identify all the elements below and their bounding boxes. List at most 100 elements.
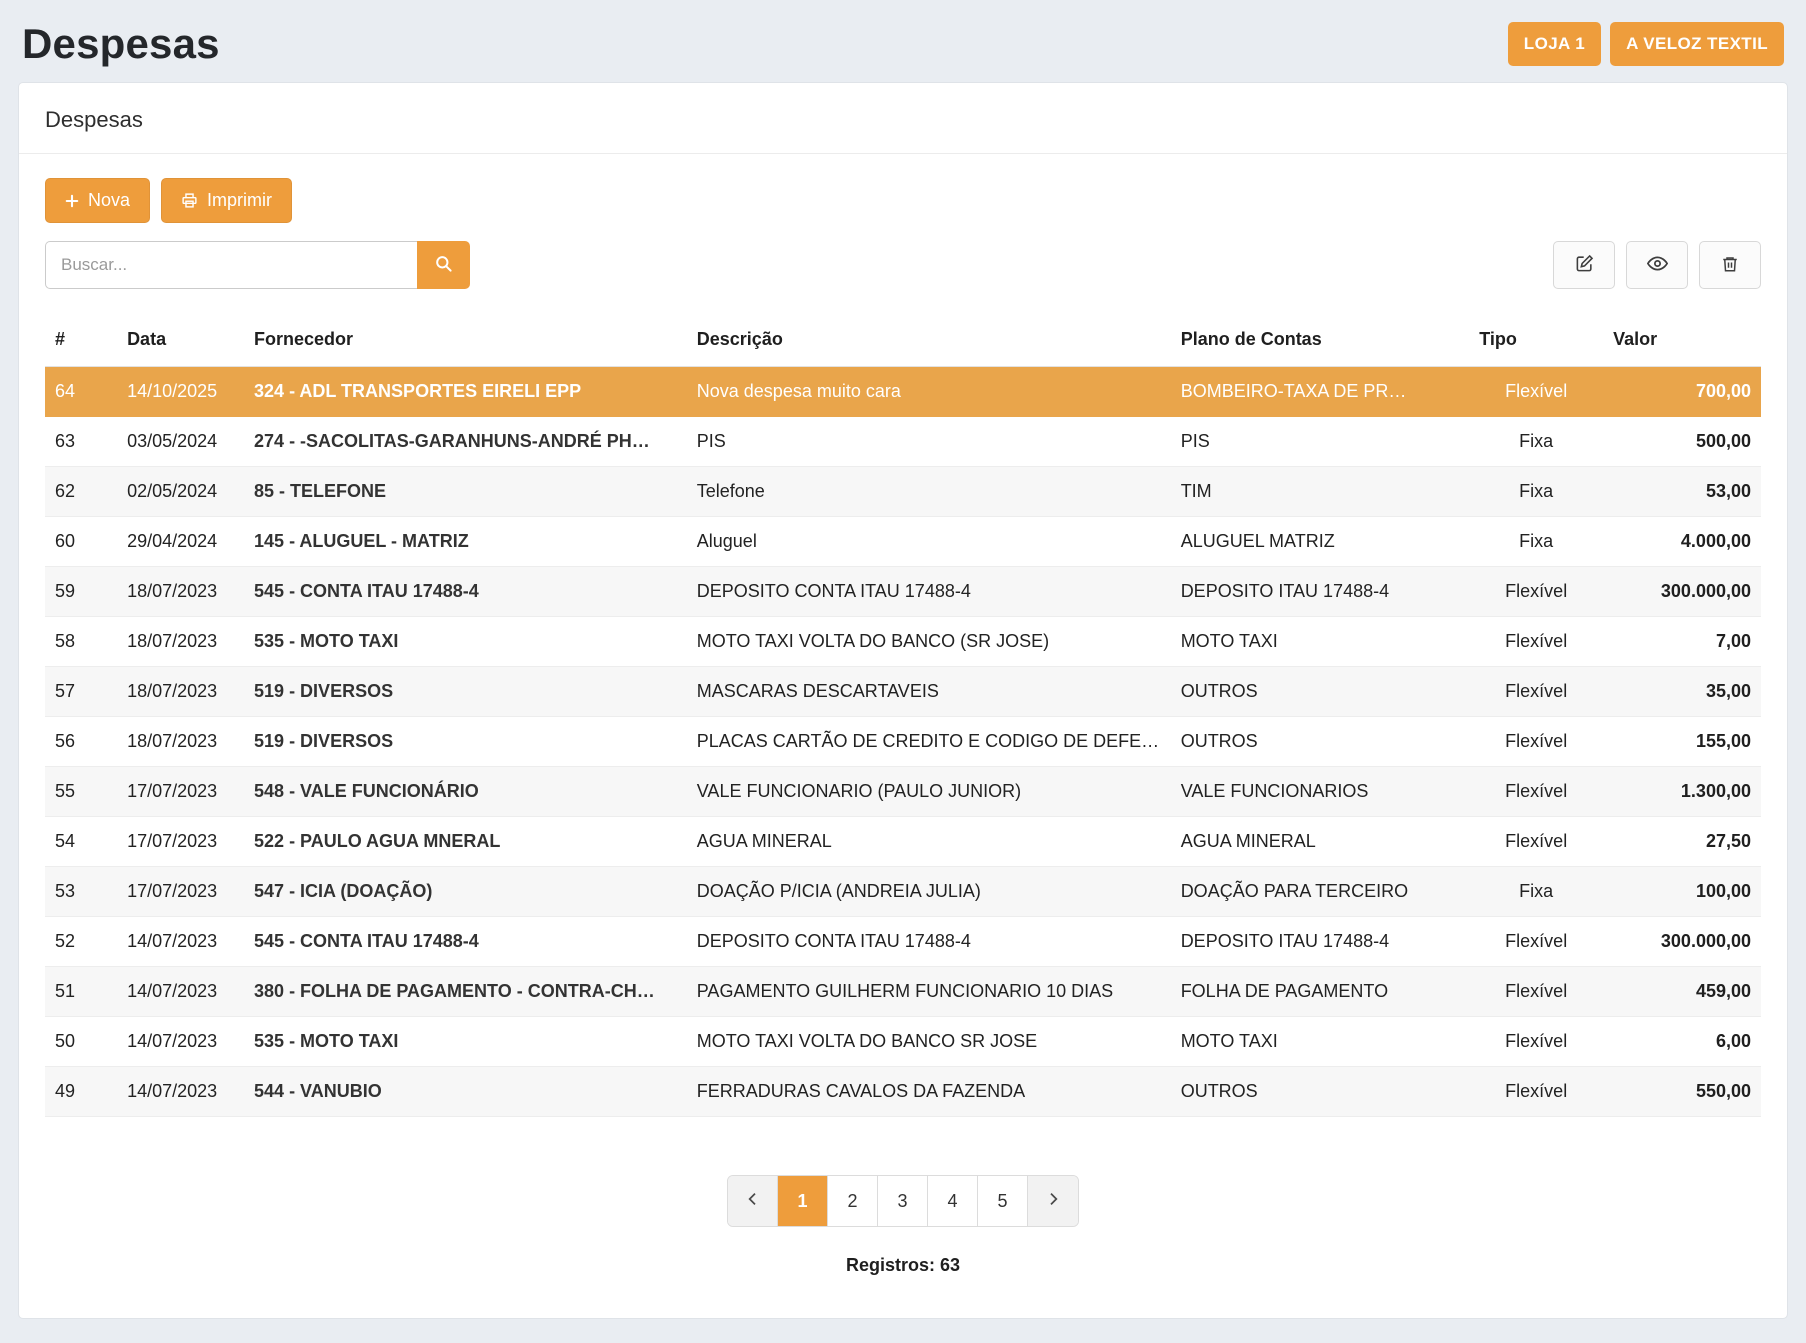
pagination-prev-button[interactable] — [728, 1176, 778, 1226]
cell-valor: 1.300,00 — [1603, 767, 1761, 817]
cell-tipo: Flexível — [1469, 567, 1603, 617]
company-badge[interactable]: A VELOZ TEXTIL — [1610, 22, 1784, 66]
cell-descricao: MOTO TAXI VOLTA DO BANCO SR JOSE — [687, 1017, 1171, 1067]
column-header-fornecedor: Fornecedor — [244, 317, 687, 367]
cell-fornecedor: 535 - MOTO TAXI — [244, 1017, 687, 1067]
table-row[interactable]: 5618/07/2023519 - DIVERSOSPLACAS CARTÃO … — [45, 717, 1761, 767]
pagination-next-button[interactable] — [1028, 1176, 1078, 1226]
table-row[interactable]: 6029/04/2024145 - ALUGUEL - MATRIZAlugue… — [45, 517, 1761, 567]
plus-icon — [65, 194, 79, 208]
cell-plano-de-contas: DOAÇÃO PARA TERCEIRO — [1171, 867, 1470, 917]
cell-id: 63 — [45, 417, 117, 467]
cell-id: 53 — [45, 867, 117, 917]
table-row[interactable]: 5818/07/2023535 - MOTO TAXIMOTO TAXI VOL… — [45, 617, 1761, 667]
cell-descricao: DEPOSITO CONTA ITAU 17488-4 — [687, 917, 1171, 967]
cell-descricao: PIS — [687, 417, 1171, 467]
cell-plano-de-contas: BOMBEIRO-TAXA DE PR… — [1171, 367, 1470, 417]
cell-fornecedor: 545 - CONTA ITAU 17488-4 — [244, 917, 687, 967]
trash-icon — [1721, 255, 1739, 276]
table-row[interactable]: 5517/07/2023548 - VALE FUNCIONÁRIOVALE F… — [45, 767, 1761, 817]
cell-descricao: PAGAMENTO GUILHERM FUNCIONARIO 10 DIAS — [687, 967, 1171, 1017]
delete-button[interactable] — [1699, 241, 1761, 289]
cell-plano-de-contas: MOTO TAXI — [1171, 617, 1470, 667]
table-row[interactable]: 5014/07/2023535 - MOTO TAXIMOTO TAXI VOL… — [45, 1017, 1761, 1067]
cell-plano-de-contas: DEPOSITO ITAU 17488-4 — [1171, 917, 1470, 967]
card-title: Despesas — [45, 107, 1761, 133]
table-row[interactable]: 4914/07/2023544 - VANUBIOFERRADURAS CAVA… — [45, 1067, 1761, 1117]
table-header-row: # Data Fornecedor Descrição Plano de Con… — [45, 317, 1761, 367]
table-row[interactable]: 5317/07/2023547 - ICIA (DOAÇÃO)DOAÇÃO P/… — [45, 867, 1761, 917]
cell-plano-de-contas: OUTROS — [1171, 1067, 1470, 1117]
cell-id: 64 — [45, 367, 117, 417]
card-body: Nova Imprimir — [19, 154, 1787, 1318]
cell-valor: 6,00 — [1603, 1017, 1761, 1067]
table-row[interactable]: 6414/10/2025324 - ADL TRANSPORTES EIRELI… — [45, 367, 1761, 417]
cell-data: 14/07/2023 — [117, 967, 244, 1017]
pagination-page-4[interactable]: 4 — [928, 1176, 978, 1226]
table-row[interactable]: 5417/07/2023522 - PAULO AGUA MNERALAGUA … — [45, 817, 1761, 867]
cell-valor: 53,00 — [1603, 467, 1761, 517]
search-group — [45, 241, 470, 289]
cell-data: 17/07/2023 — [117, 767, 244, 817]
cell-plano-de-contas: FOLHA DE PAGAMENTO — [1171, 967, 1470, 1017]
cell-plano-de-contas: ALUGUEL MATRIZ — [1171, 517, 1470, 567]
cell-data: 02/05/2024 — [117, 467, 244, 517]
cell-descricao: MOTO TAXI VOLTA DO BANCO (SR JOSE) — [687, 617, 1171, 667]
cell-tipo: Fixa — [1469, 467, 1603, 517]
cell-fornecedor: 522 - PAULO AGUA MNERAL — [244, 817, 687, 867]
cell-plano-de-contas: OUTROS — [1171, 667, 1470, 717]
cell-id: 52 — [45, 917, 117, 967]
cell-tipo: Flexível — [1469, 817, 1603, 867]
cell-descricao: AGUA MINERAL — [687, 817, 1171, 867]
print-button[interactable]: Imprimir — [161, 178, 292, 223]
card-header: Despesas — [19, 83, 1787, 154]
table-row[interactable]: 5718/07/2023519 - DIVERSOSMASCARAS DESCA… — [45, 667, 1761, 717]
pagination-page-2[interactable]: 2 — [828, 1176, 878, 1226]
table-row[interactable]: 5114/07/2023380 - FOLHA DE PAGAMENTO - C… — [45, 967, 1761, 1017]
pagination-page-3[interactable]: 3 — [878, 1176, 928, 1226]
cell-fornecedor: 380 - FOLHA DE PAGAMENTO - CONTRA-CH… — [244, 967, 687, 1017]
cell-tipo: Flexível — [1469, 1067, 1603, 1117]
cell-data: 18/07/2023 — [117, 717, 244, 767]
cell-descricao: PLACAS CARTÃO DE CREDITO E CODIGO DE DEF… — [687, 717, 1171, 767]
cell-plano-de-contas: AGUA MINERAL — [1171, 817, 1470, 867]
cell-data: 03/05/2024 — [117, 417, 244, 467]
cell-data: 18/07/2023 — [117, 667, 244, 717]
search-icon — [434, 254, 453, 276]
cell-descricao: DOAÇÃO P/ICIA (ANDREIA JULIA) — [687, 867, 1171, 917]
cell-descricao: VALE FUNCIONARIO (PAULO JUNIOR) — [687, 767, 1171, 817]
cell-valor: 35,00 — [1603, 667, 1761, 717]
cell-tipo: Fixa — [1469, 417, 1603, 467]
cell-data: 17/07/2023 — [117, 817, 244, 867]
view-button[interactable] — [1626, 241, 1688, 289]
store-badge[interactable]: LOJA 1 — [1508, 22, 1601, 66]
records-count: Registros: 63 — [45, 1255, 1761, 1276]
column-header-tipo: Tipo — [1469, 317, 1603, 367]
search-input[interactable] — [45, 241, 417, 289]
cell-id: 58 — [45, 617, 117, 667]
cell-plano-de-contas: MOTO TAXI — [1171, 1017, 1470, 1067]
pagination-page-1[interactable]: 1 — [778, 1176, 828, 1226]
pagination: 12345 — [727, 1175, 1079, 1227]
cell-fornecedor: 324 - ADL TRANSPORTES EIRELI EPP — [244, 367, 687, 417]
controls-row — [45, 241, 1761, 289]
cell-id: 50 — [45, 1017, 117, 1067]
table-row[interactable]: 5918/07/2023545 - CONTA ITAU 17488-4DEPO… — [45, 567, 1761, 617]
column-header-data: Data — [117, 317, 244, 367]
header-badges: LOJA 1 A VELOZ TEXTIL — [1508, 22, 1784, 66]
column-header-plano-de-contas: Plano de Contas — [1171, 317, 1470, 367]
table-row[interactable]: 6202/05/202485 - TELEFONETelefoneTIMFixa… — [45, 467, 1761, 517]
pagination-page-5[interactable]: 5 — [978, 1176, 1028, 1226]
print-label: Imprimir — [207, 190, 272, 211]
edit-button[interactable] — [1553, 241, 1615, 289]
new-expense-button[interactable]: Nova — [45, 178, 150, 223]
table-row[interactable]: 6303/05/2024274 - -SACOLITAS-GARANHUNS-A… — [45, 417, 1761, 467]
cell-tipo: Flexível — [1469, 1017, 1603, 1067]
cell-valor: 300.000,00 — [1603, 917, 1761, 967]
cell-plano-de-contas: OUTROS — [1171, 717, 1470, 767]
cell-id: 55 — [45, 767, 117, 817]
cell-fornecedor: 274 - -SACOLITAS-GARANHUNS-ANDRÉ PH… — [244, 417, 687, 467]
table-row[interactable]: 5214/07/2023545 - CONTA ITAU 17488-4DEPO… — [45, 917, 1761, 967]
search-button[interactable] — [417, 241, 470, 289]
cell-valor: 155,00 — [1603, 717, 1761, 767]
